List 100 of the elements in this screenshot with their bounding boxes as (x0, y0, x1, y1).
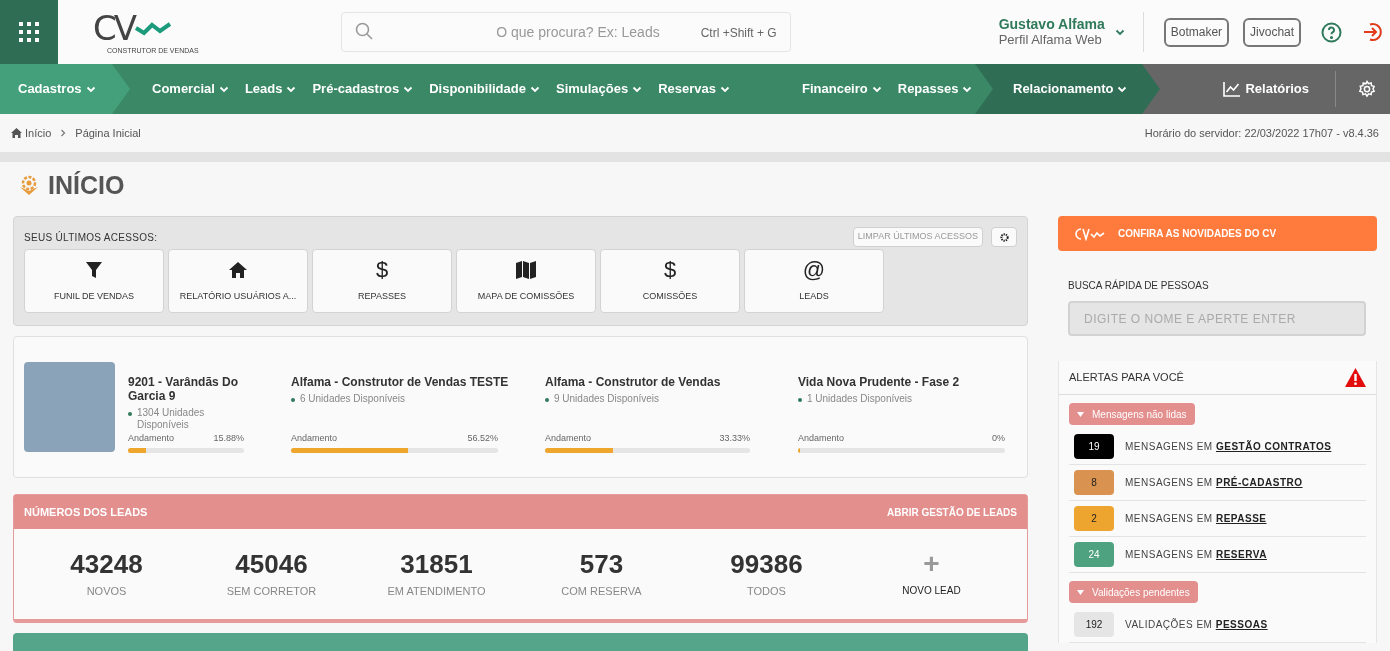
breadcrumb-link[interactable]: Página Inicial (75, 124, 141, 142)
count-badge: 192 (1074, 612, 1114, 637)
home-icon (11, 128, 22, 138)
lead-count-label: COM RESERVA (561, 583, 642, 599)
alert-link[interactable]: PRÉ-CADASTRO (1215, 477, 1303, 488)
breadcrumb-link[interactable]: Início (25, 124, 52, 142)
chevron-down-icon (871, 84, 882, 94)
chevron-down-icon (403, 84, 414, 94)
quick-search-field[interactable]: DIGITE O NOME E APERTE ENTER (1068, 301, 1366, 336)
alert-link[interactable]: PESSOAS (1215, 619, 1268, 630)
glyph-icon: $ (663, 258, 677, 283)
header-button[interactable]: Jivochat (1243, 17, 1302, 47)
chevron-down-icon (529, 84, 540, 94)
chevron-down-icon (632, 84, 643, 94)
lead-count[interactable]: 99386 (730, 548, 803, 579)
header-button[interactable]: Botmaker (1163, 17, 1230, 47)
project-name[interactable]: Alfama - Construtor de Vendas (545, 375, 721, 389)
grid-icon[interactable] (17, 20, 41, 44)
nav-menu-item[interactable]: Leads (244, 79, 297, 99)
lead-count[interactable]: 45046 (235, 548, 308, 579)
count-badge: 2 (1074, 506, 1114, 531)
panel-title: ALERTAS PARA VOCÊ (1069, 370, 1184, 386)
alert-link[interactable]: REPASSE (1215, 513, 1267, 524)
progress-label: Andamento (545, 431, 592, 445)
apps-menu-button[interactable] (0, 0, 58, 64)
chevron-down-icon (286, 84, 297, 94)
nav-menu-item[interactable]: Pré-cadastros (312, 79, 414, 99)
project-name[interactable]: Alfama - Construtor de Vendas TESTE (291, 375, 509, 389)
chevron-right-icon (59, 129, 68, 137)
alert-link[interactable]: RESERVA (1215, 549, 1267, 560)
chevron-down-icon[interactable] (1114, 27, 1125, 37)
chevron-down-icon (218, 84, 229, 94)
progress-percent: 15.88% (213, 431, 244, 445)
lead-count[interactable]: 573 (579, 548, 624, 579)
progress-label: Andamento (291, 431, 338, 445)
progress-label: Andamento (798, 431, 845, 445)
alert-text: MENSAGENS EM (1125, 441, 1213, 452)
page-title: INÍCIO (48, 170, 125, 202)
warning-icon (1345, 368, 1366, 387)
shortcut-tile[interactable]: RELATÓRIO USUÁRIOS A... (168, 249, 308, 313)
alert-text: MENSAGENS EM (1125, 549, 1213, 560)
server-time: Horário do servidor: 22/03/2022 17h07 - v8.4.36 (1144, 125, 1379, 141)
chart-icon (1223, 81, 1242, 97)
nav-menu-item[interactable]: Financeiro (802, 79, 882, 99)
chevron-down-icon (1117, 84, 1128, 94)
nav-menu-item[interactable]: Comercial (152, 79, 229, 99)
logout-icon[interactable] (1362, 21, 1385, 43)
chevron-down-icon (962, 84, 973, 94)
progress-percent: 56.52% (467, 431, 498, 445)
user-profile: Perfil Alfama Web (998, 32, 1103, 48)
gear-icon[interactable] (999, 232, 1009, 242)
lead-count-label: EM ATENDIMENTO (387, 583, 486, 599)
shortcut-tile[interactable]: $ COMISSÕES (600, 249, 740, 313)
units-available: 1304 Unidades Disponíveis (137, 407, 206, 431)
shortcut-tile[interactable]: @ LEADS (744, 249, 884, 313)
help-icon[interactable] (1321, 21, 1343, 43)
nav-menu-item[interactable]: Relatórios (1223, 79, 1309, 99)
new-lead-button[interactable]: + NOVO LEAD (849, 550, 1014, 598)
logo-icon (1074, 226, 1106, 241)
project-name[interactable]: Vida Nova Prudente - Fase 2 (798, 375, 960, 389)
progress-percent: 33.33% (719, 431, 750, 445)
nav-menu-item[interactable]: Simulações (555, 79, 643, 99)
alert-text: VALIDAÇÕES EM (1125, 619, 1213, 630)
units-available: 6 Unidades Disponíveis (300, 393, 406, 405)
lead-count-label: TODOS (747, 583, 786, 599)
shortcut-tile[interactable]: FUNIL DE VENDAS (24, 249, 164, 313)
lead-count[interactable]: 31851 (400, 548, 473, 579)
units-available: 9 Unidades Disponíveis (554, 393, 660, 405)
shortcut-tile[interactable]: MAPA DE COMISSÕES (456, 249, 596, 313)
search-icon (354, 22, 373, 40)
nav-menu-item[interactable]: Disponibilidade (429, 79, 540, 99)
settings-button[interactable] (991, 227, 1017, 247)
count-badge: 19 (1074, 434, 1114, 459)
nav-menu-item[interactable]: Repasses (897, 79, 973, 99)
settings-icon[interactable] (1358, 80, 1376, 98)
project-name[interactable]: 9201 - Varândãs Do Garcia 9 (128, 375, 244, 403)
chevron-down-icon (85, 84, 96, 94)
shortcut-hint: Ctrl +Shift + G (700, 25, 777, 42)
count-badge: 8 (1074, 470, 1114, 495)
caret-icon (1077, 411, 1084, 417)
lead-count-label: NOVOS (86, 583, 127, 599)
nav-menu-item[interactable]: Reservas (658, 79, 731, 99)
section-label: SEUS ÚLTIMOS ACESSOS: (24, 230, 158, 245)
lead-count-label: SEM CORRETOR (226, 583, 317, 599)
alert-link[interactable]: GESTÃO CONTRATOS (1215, 441, 1332, 452)
field-label: BUSCA RÁPIDA DE PESSOAS (1068, 278, 1210, 293)
shortcut-tile[interactable]: $ REPASSES (312, 249, 452, 313)
progress-label: Andamento (128, 431, 175, 445)
chevron-down-icon (720, 84, 731, 94)
progress-percent: 0% (992, 431, 1005, 445)
alert-text: MENSAGENS EM (1125, 477, 1213, 488)
caret-icon (1077, 589, 1084, 595)
count-badge: 24 (1074, 542, 1114, 567)
glyph-icon: $ (375, 258, 389, 283)
alert-text: MENSAGENS EM (1125, 513, 1213, 524)
user-name[interactable]: Gustavo Alfama (998, 16, 1105, 32)
units-available: 1 Unidades Disponíveis (807, 393, 913, 405)
lead-count[interactable]: 43248 (70, 548, 143, 579)
panel-title: NÚMEROS DOS LEADS (24, 504, 148, 520)
glyph-icon: @ (802, 258, 826, 283)
